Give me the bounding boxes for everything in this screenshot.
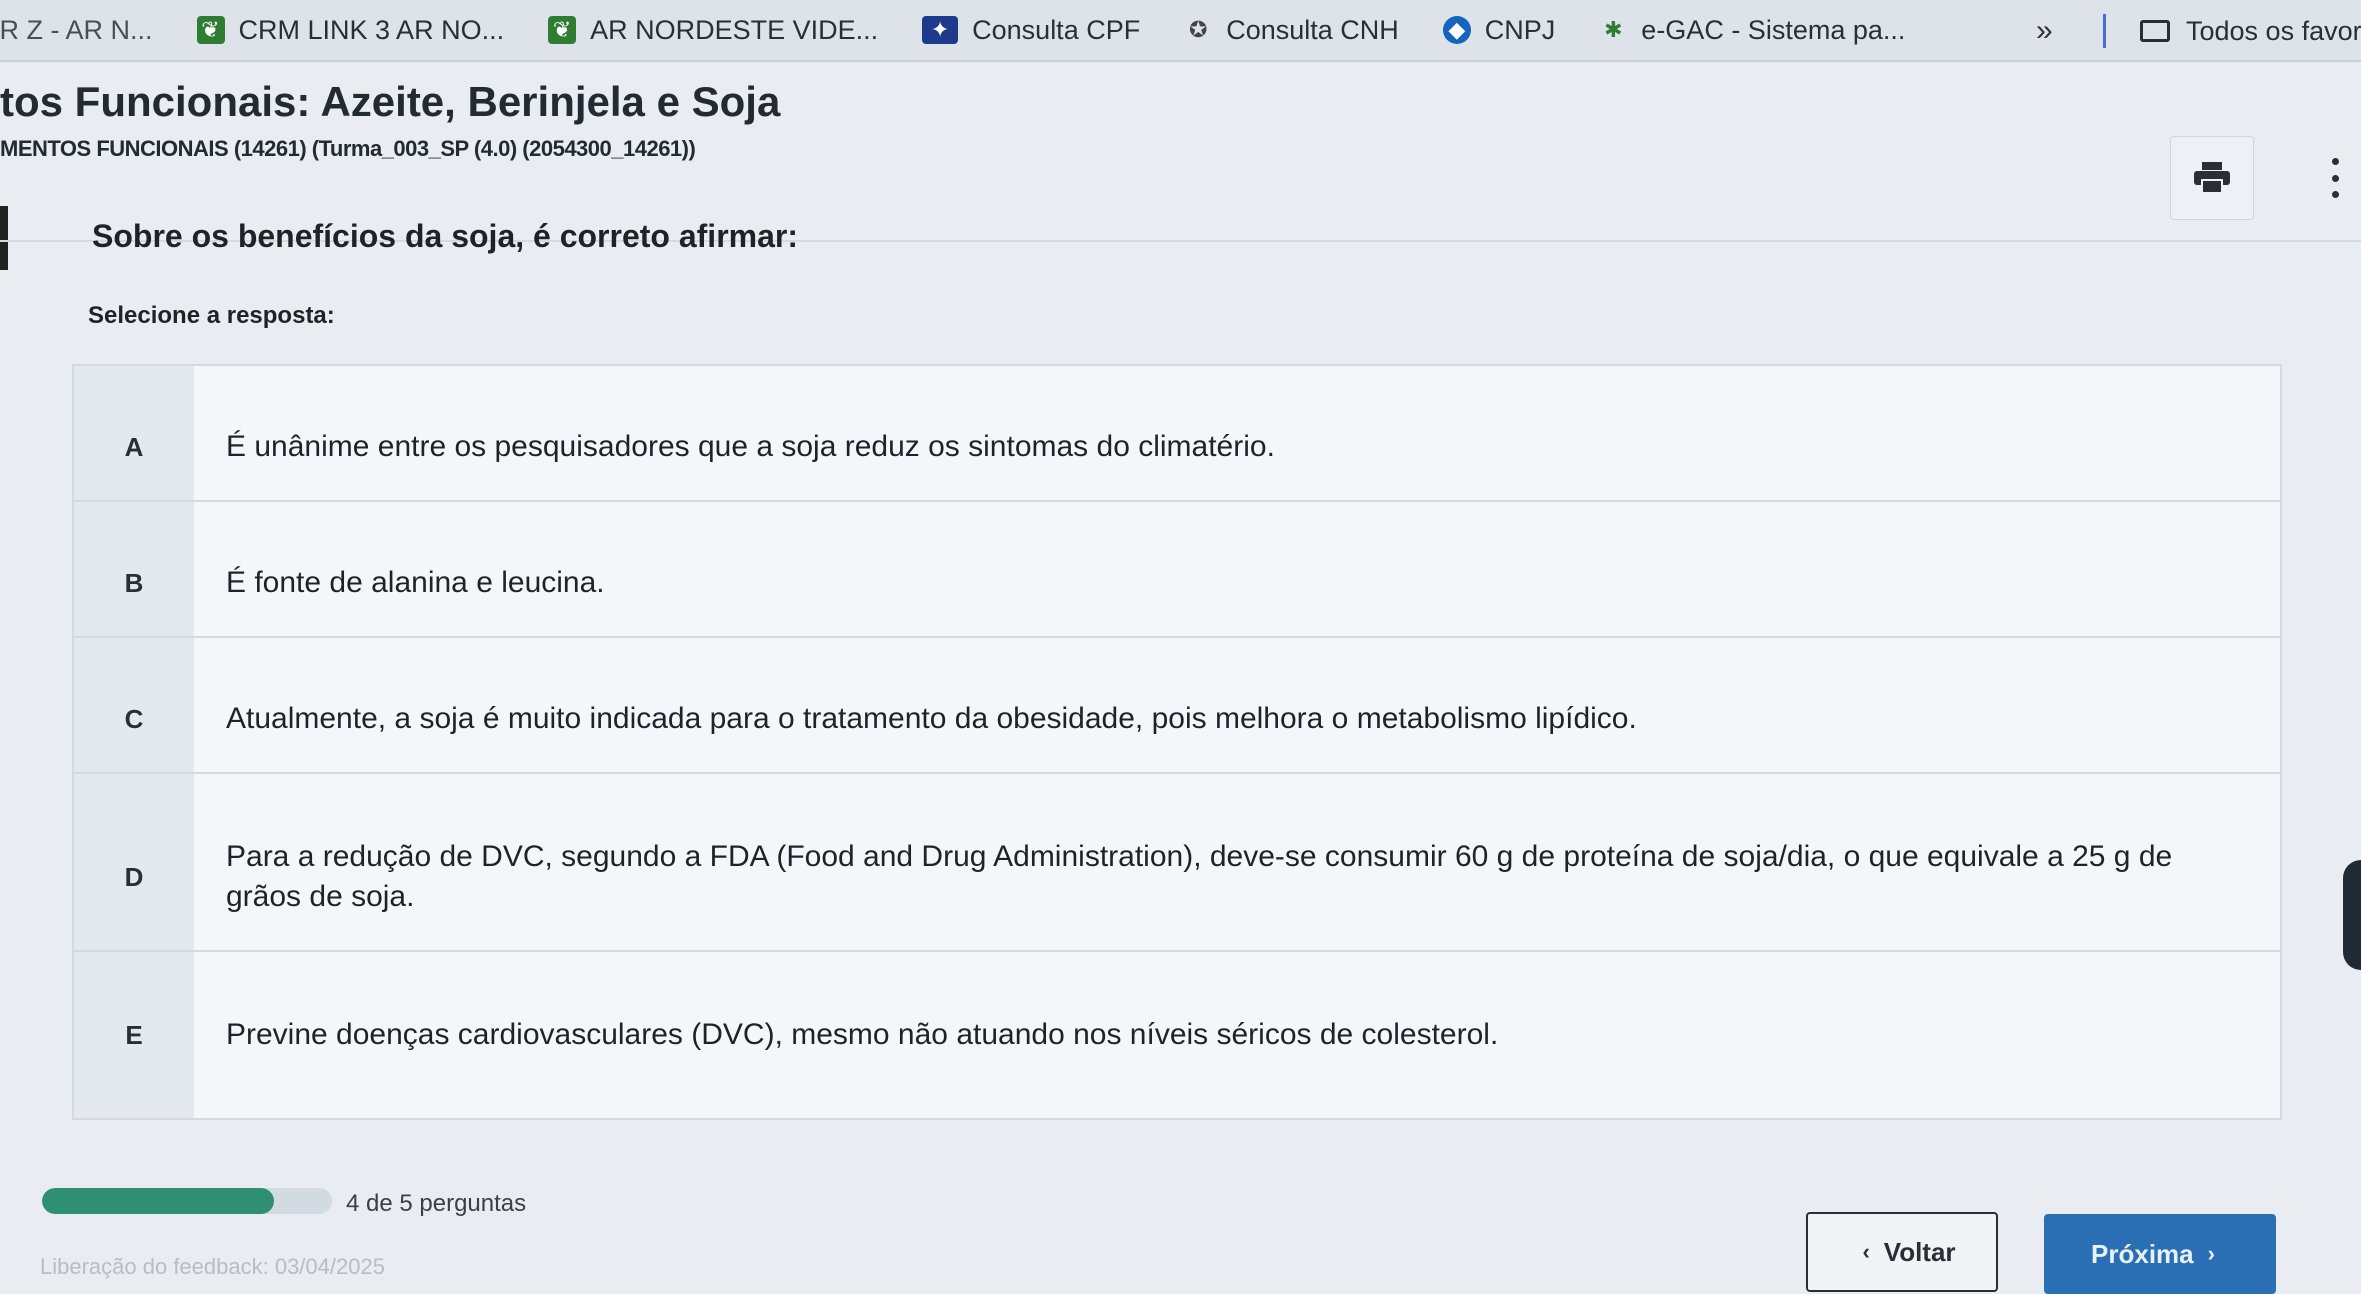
globe-icon: ◆ <box>1442 16 1471 44</box>
question-marker <box>0 206 8 270</box>
progress-text: 4 de 5 perguntas <box>346 1190 527 1217</box>
answer-prompt: Selecione a resposta: <box>88 302 335 329</box>
leaf-icon: ❦ <box>196 16 225 44</box>
bookmark-label: NR Z - AR N... <box>0 14 153 45</box>
badge-icon: ✪ <box>1189 17 1208 42</box>
bookmark-label: AR NORDESTE VIDE... <box>590 14 879 45</box>
chevron-double-right-icon: » <box>2036 14 2053 47</box>
more-bookmarks-button[interactable]: » <box>2036 0 2053 62</box>
bookmark-label: CRM LINK 3 AR NO... <box>238 14 505 45</box>
answer-option-e[interactable]: E Previne doenças cardiovasculares (DVC)… <box>72 950 2282 1120</box>
bookmarks-divider <box>2103 14 2106 48</box>
leaf-icon: ❦ <box>548 16 577 44</box>
all-bookmarks-button[interactable]: Todos os favoritos <box>2140 0 2361 62</box>
bookmark-item[interactable]: ✦ Consulta CPF <box>922 0 1141 60</box>
printer-icon <box>2194 162 2230 194</box>
bookmark-item[interactable]: ✱ e-GAC - Sistema pa... <box>1599 0 1906 60</box>
bookmark-label: Consulta CPF <box>972 14 1141 45</box>
kebab-dot <box>2331 191 2339 198</box>
bookmark-item[interactable]: ◆ CNPJ <box>1442 0 1556 60</box>
page-title: tos Funcionais: Azeite, Berinjela e Soja <box>0 78 781 125</box>
option-letter: E <box>74 952 194 1118</box>
bookmark-item[interactable]: ❦ AR NORDESTE VIDE... <box>548 0 879 60</box>
feedback-release-text: Liberação do feedback: 03/04/2025 <box>40 1254 385 1279</box>
next-button-label: Próxima <box>2091 1238 2194 1269</box>
progress-bar <box>42 1188 332 1214</box>
star-icon: ✱ <box>1604 17 1623 42</box>
scroll-handle[interactable] <box>2343 860 2361 970</box>
print-button[interactable] <box>2170 136 2254 220</box>
back-button[interactable]: ‹ Voltar <box>1806 1212 1998 1292</box>
bookmark-label: CNPJ <box>1484 14 1556 45</box>
bookmark-item[interactable]: NR Z - AR N... <box>0 0 153 60</box>
more-options-button[interactable] <box>2320 158 2350 198</box>
flag-icon: ✦ <box>922 16 959 44</box>
kebab-dot <box>2331 174 2339 182</box>
bookmark-item[interactable]: ✪ Consulta CNH <box>1184 0 1399 60</box>
bookmark-item[interactable]: ❦ CRM LINK 3 AR NO... <box>196 0 505 60</box>
option-text: Previne doenças cardiovasculares (DVC), … <box>226 1017 1499 1051</box>
question-text: Sobre os benefícios da soja, é correto a… <box>92 218 798 254</box>
page-subtitle: MENTOS FUNCIONAIS (14261) (Turma_003_SP … <box>0 136 696 161</box>
progress-bar-fill <box>42 1188 274 1214</box>
bookmark-label: e-GAC - Sistema pa... <box>1641 14 1906 45</box>
folder-icon <box>2140 20 2170 42</box>
chevron-right-icon: › <box>2207 1241 2215 1266</box>
kebab-dot <box>2331 158 2339 165</box>
chevron-left-icon: ‹ <box>1862 1239 1870 1264</box>
all-bookmarks-label: Todos os favoritos <box>2186 15 2361 46</box>
next-button[interactable]: Próxima › <box>2044 1214 2276 1294</box>
bookmarks-bar: NR Z - AR N... ❦ CRM LINK 3 AR NO... ❦ A… <box>0 0 2361 62</box>
back-button-label: Voltar <box>1883 1236 1956 1267</box>
bookmark-label: Consulta CNH <box>1226 14 1399 45</box>
